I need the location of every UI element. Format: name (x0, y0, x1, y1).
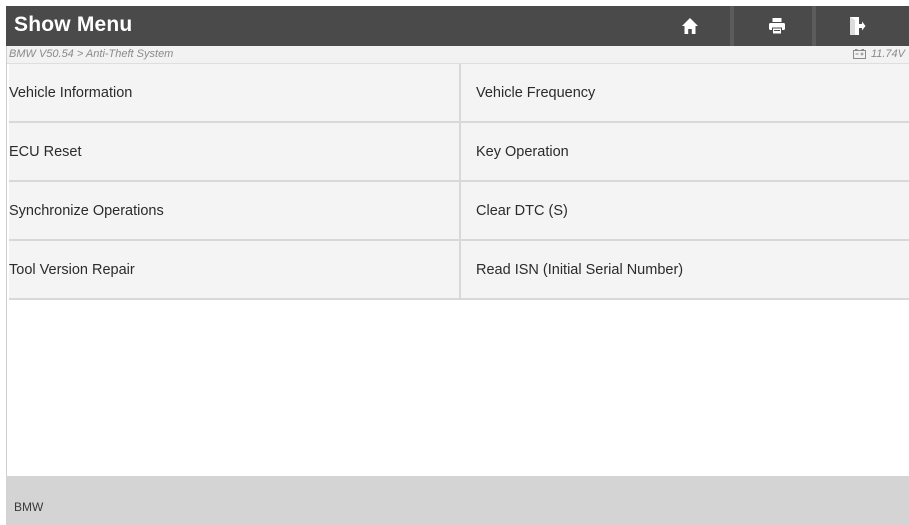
menu-grid: Vehicle Information Vehicle Frequency EC… (9, 64, 909, 300)
breadcrumb-bar: BMW V50.54 > Anti-Theft System 11.74V (6, 46, 909, 64)
footer-bar: BMW (6, 476, 909, 525)
page-title: Show Menu (14, 13, 133, 36)
printer-icon (769, 18, 785, 35)
exit-icon (850, 17, 866, 35)
breadcrumb: BMW V50.54 > Anti-Theft System (9, 48, 174, 60)
menu-item-key-operation[interactable]: Key Operation (461, 123, 909, 180)
title-bar: Show Menu (6, 6, 909, 46)
vehicle-label: BMW (14, 500, 44, 514)
menu-row: ECU Reset Key Operation (9, 123, 909, 182)
toolbar-divider (730, 6, 734, 46)
toolbar-divider (812, 6, 816, 46)
home-icon (682, 18, 698, 34)
print-button[interactable] (744, 6, 810, 46)
menu-item-vehicle-information[interactable]: Vehicle Information (9, 64, 461, 121)
menu-item-tool-version-repair[interactable]: Tool Version Repair (9, 241, 461, 298)
menu-item-read-isn[interactable]: Read ISN (Initial Serial Number) (461, 241, 909, 298)
menu-item-clear-dtc[interactable]: Clear DTC (S) (461, 182, 909, 239)
menu-item-ecu-reset[interactable]: ECU Reset (9, 123, 461, 180)
exit-button[interactable] (824, 6, 890, 46)
menu-item-vehicle-frequency[interactable]: Vehicle Frequency (461, 64, 909, 121)
home-button[interactable] (657, 6, 723, 46)
battery-icon (852, 49, 866, 59)
app-window: Show Menu BMW V50.54 > Anti-Theft System… (0, 0, 909, 525)
menu-row: Vehicle Information Vehicle Frequency (9, 64, 909, 123)
divider (6, 46, 7, 476)
menu-item-synchronize-operations[interactable]: Synchronize Operations (9, 182, 461, 239)
voltage-value: 11.74V (870, 48, 905, 60)
menu-row: Tool Version Repair Read ISN (Initial Se… (9, 241, 909, 300)
menu-row: Synchronize Operations Clear DTC (S) (9, 182, 909, 241)
voltage-indicator: 11.74V (852, 48, 905, 60)
